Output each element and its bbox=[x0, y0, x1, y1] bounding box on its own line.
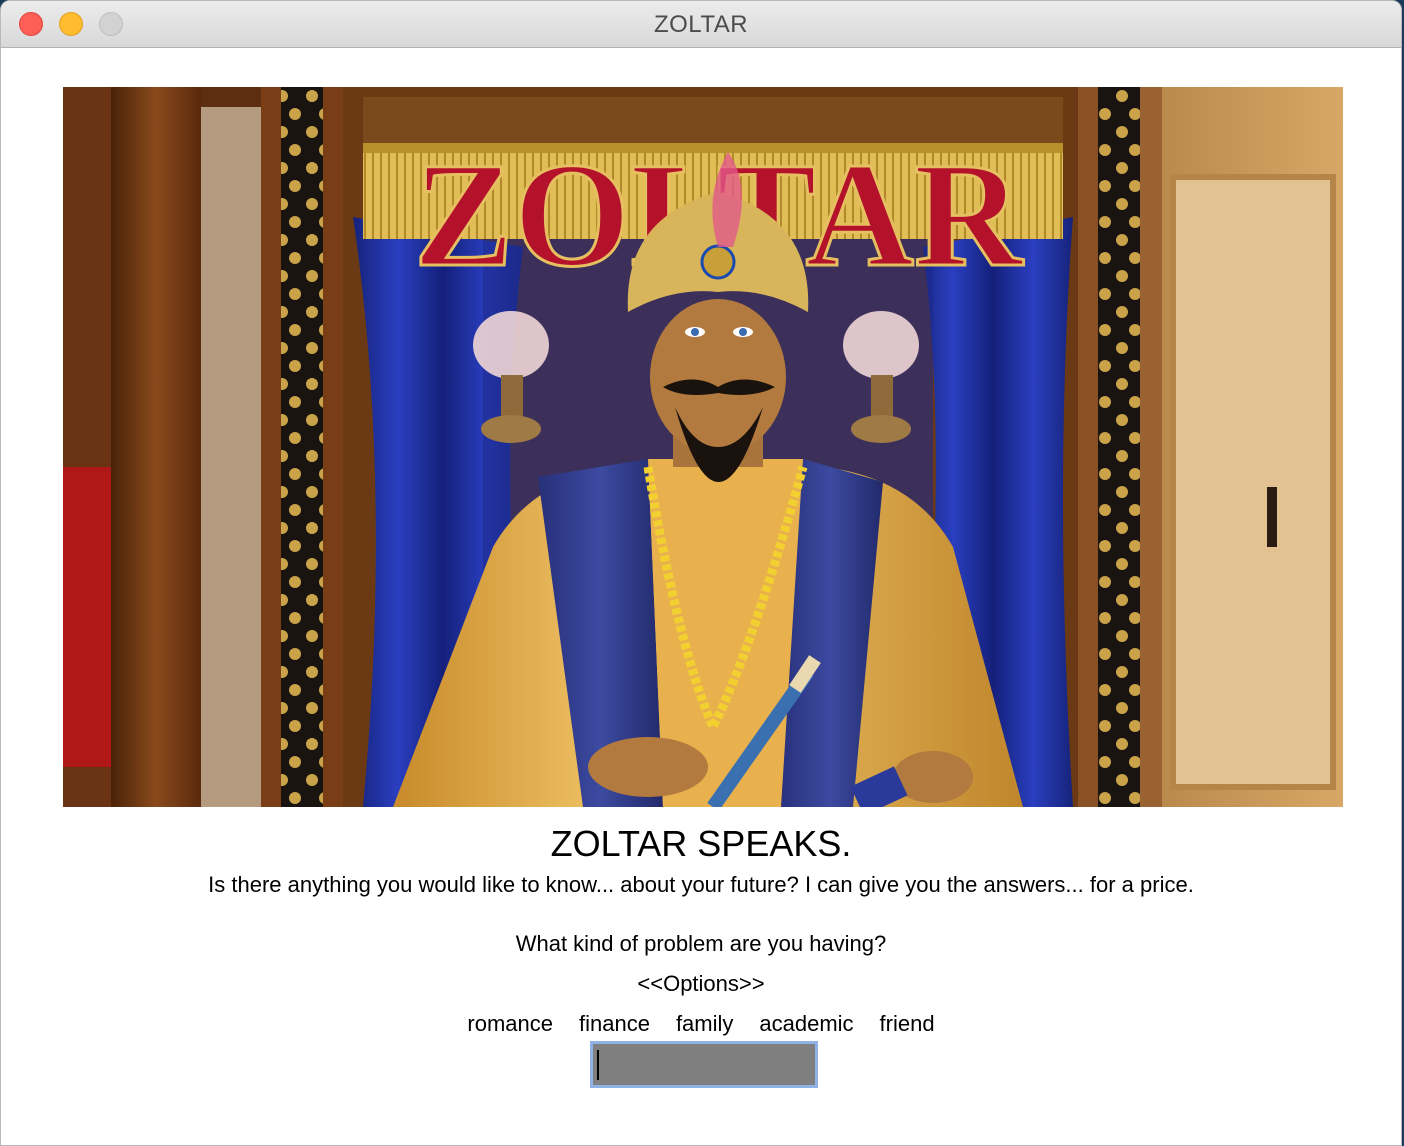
options-label: <<Options>> bbox=[637, 971, 765, 996]
option-finance: finance bbox=[578, 1011, 650, 1036]
option-family: family bbox=[675, 1011, 734, 1036]
option-academic: academic bbox=[759, 1011, 854, 1036]
question-text: What kind of problem are you having? bbox=[515, 931, 887, 956]
intro-text: Is there anything you would like to know… bbox=[208, 872, 1194, 897]
title-bar: ZOLTAR bbox=[1, 1, 1401, 48]
zoltar-machine-image: ZOLTAR bbox=[63, 87, 1343, 807]
option-romance: romance bbox=[467, 1011, 553, 1036]
options-list: romance finance family academic friend bbox=[1, 1011, 1401, 1037]
option-friend: friend bbox=[879, 1011, 935, 1036]
window-title: ZOLTAR bbox=[653, 11, 749, 38]
app-window: ZOLTAR ZOLTAR SPEAKS. Is there anything … bbox=[0, 0, 1402, 1146]
answer-input[interactable] bbox=[590, 1041, 818, 1088]
page-heading: ZOLTAR SPEAKS. bbox=[550, 823, 852, 864]
text-caret bbox=[597, 1050, 599, 1080]
